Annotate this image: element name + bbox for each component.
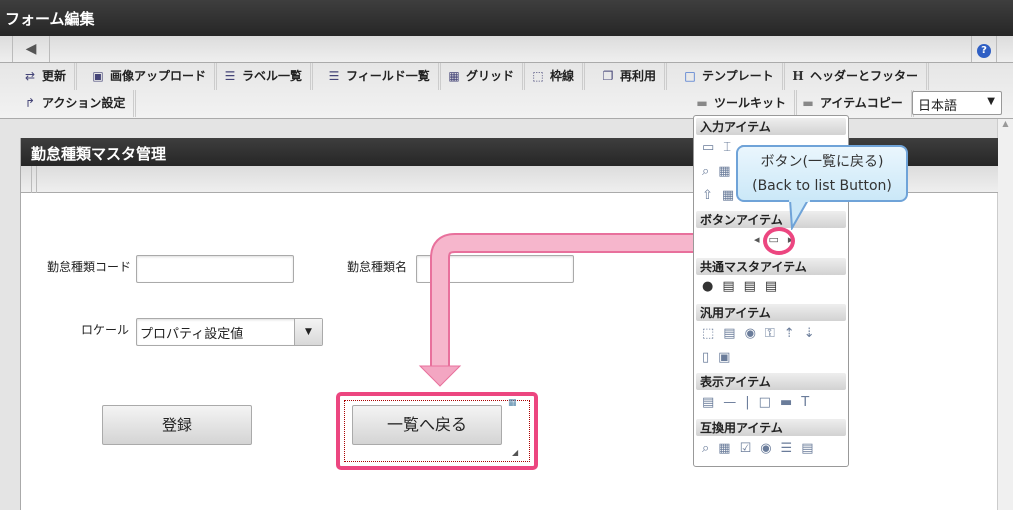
grid-icon: ▦: [448, 69, 460, 83]
toolbox-icon: ▬: [696, 96, 708, 110]
copy-icon: ❐: [602, 69, 614, 83]
update-icon: ⇄: [24, 69, 36, 83]
callout-line2: (Back to list Button): [752, 178, 892, 194]
master-item-icons[interactable]: ●▤▤▤: [702, 279, 786, 294]
locale-select[interactable]: プロパティ設定値 ▼: [136, 318, 323, 346]
section-button-items: ボタンアイテム: [696, 211, 846, 228]
list-icon: ☰: [224, 69, 236, 83]
section-compat-items: 互換用アイテム: [696, 419, 846, 436]
language-select[interactable]: 日本語 ▼: [912, 91, 1002, 115]
window-title: フォーム編集: [0, 0, 1013, 36]
scrollbar[interactable]: ▲: [997, 119, 1013, 510]
image-upload-icon: ▣: [92, 69, 104, 83]
tab-label-list[interactable]: ☰ ラベル一覧: [214, 63, 314, 90]
tab-toolkit[interactable]: ▬ ツールキット: [686, 90, 798, 117]
code-label: 勤怠種類コード: [47, 260, 132, 274]
tab-field-list[interactable]: ☰ フィールド一覧: [318, 63, 441, 90]
border-icon: ⬚: [532, 69, 544, 83]
arrow-left-icon[interactable]: ◀: [12, 36, 50, 62]
input-item-icons[interactable]: ⌕▦: [702, 164, 740, 179]
chevron-down-icon[interactable]: ▼: [294, 319, 322, 345]
toolbox-icon: ▬: [802, 96, 814, 110]
name-label: 勤怠種類名: [347, 260, 408, 274]
section-input-items: 入力アイテム: [696, 118, 846, 135]
callout-pointer: [788, 198, 810, 230]
resize-handle-icon[interactable]: ◢: [512, 448, 518, 457]
tab-update[interactable]: ⇄ 更新: [14, 63, 78, 90]
tab-header-footer[interactable]: H ヘッダーとフッター: [782, 63, 930, 90]
tab-item-copy[interactable]: ▬ アイテムコピー: [792, 90, 914, 117]
general-item-icons[interactable]: ⬚▤◉⚿⇡⇣: [702, 326, 824, 341]
callout-line1: ボタン(一覧に戻る): [760, 154, 884, 170]
toolbar-tabs: ⇄ 更新 ▣ 画像アップロード ☰ ラベル一覧 ☰ フィールド一覧 ▦ グリッド ⬚ 枠線 …: [0, 63, 1013, 119]
nav-bar: ◀ ?: [0, 36, 1013, 63]
section-general-items: 汎用アイテム: [696, 304, 846, 321]
tab-grid[interactable]: ▦ グリッド: [438, 63, 526, 90]
callout-tooltip: ボタン(一覧に戻る) (Back to list Button): [736, 145, 908, 202]
tab-reuse[interactable]: ❐ 再利用: [592, 63, 668, 90]
section-common-master-items: 共通マスタアイテム: [696, 258, 846, 275]
compat-item-icons[interactable]: ⌕▦☑◉☰▤: [702, 441, 823, 456]
tab-action-settings[interactable]: ↱ アクション設定: [14, 90, 137, 117]
list-icon: ☰: [328, 69, 340, 83]
grid-icon[interactable]: ▦: [508, 398, 517, 408]
code-input[interactable]: [136, 255, 294, 283]
header-icon: H: [792, 69, 804, 83]
tab-border[interactable]: ⬚ 枠線: [522, 63, 586, 90]
scroll-up-icon[interactable]: ▲: [998, 119, 1013, 128]
action-icon: ↱: [24, 96, 36, 110]
general-item-icons[interactable]: ▯▣: [702, 350, 739, 365]
tab-template[interactable]: □ テンプレート: [674, 63, 785, 90]
display-item-icons[interactable]: ▤—|□▬T: [702, 395, 818, 410]
back-to-list-button[interactable]: 一覧へ戻る: [352, 405, 502, 445]
template-icon: □: [684, 69, 696, 83]
register-button[interactable]: 登録: [102, 405, 252, 445]
locale-label: ロケール: [81, 323, 130, 337]
chevron-down-icon: ▼: [987, 96, 995, 107]
highlight-circle: [763, 227, 795, 255]
name-input[interactable]: [416, 255, 574, 283]
tab-image-upload[interactable]: ▣ 画像アップロード: [82, 63, 218, 90]
help-icon[interactable]: ?: [971, 36, 997, 62]
section-display-items: 表示アイテム: [696, 373, 846, 390]
